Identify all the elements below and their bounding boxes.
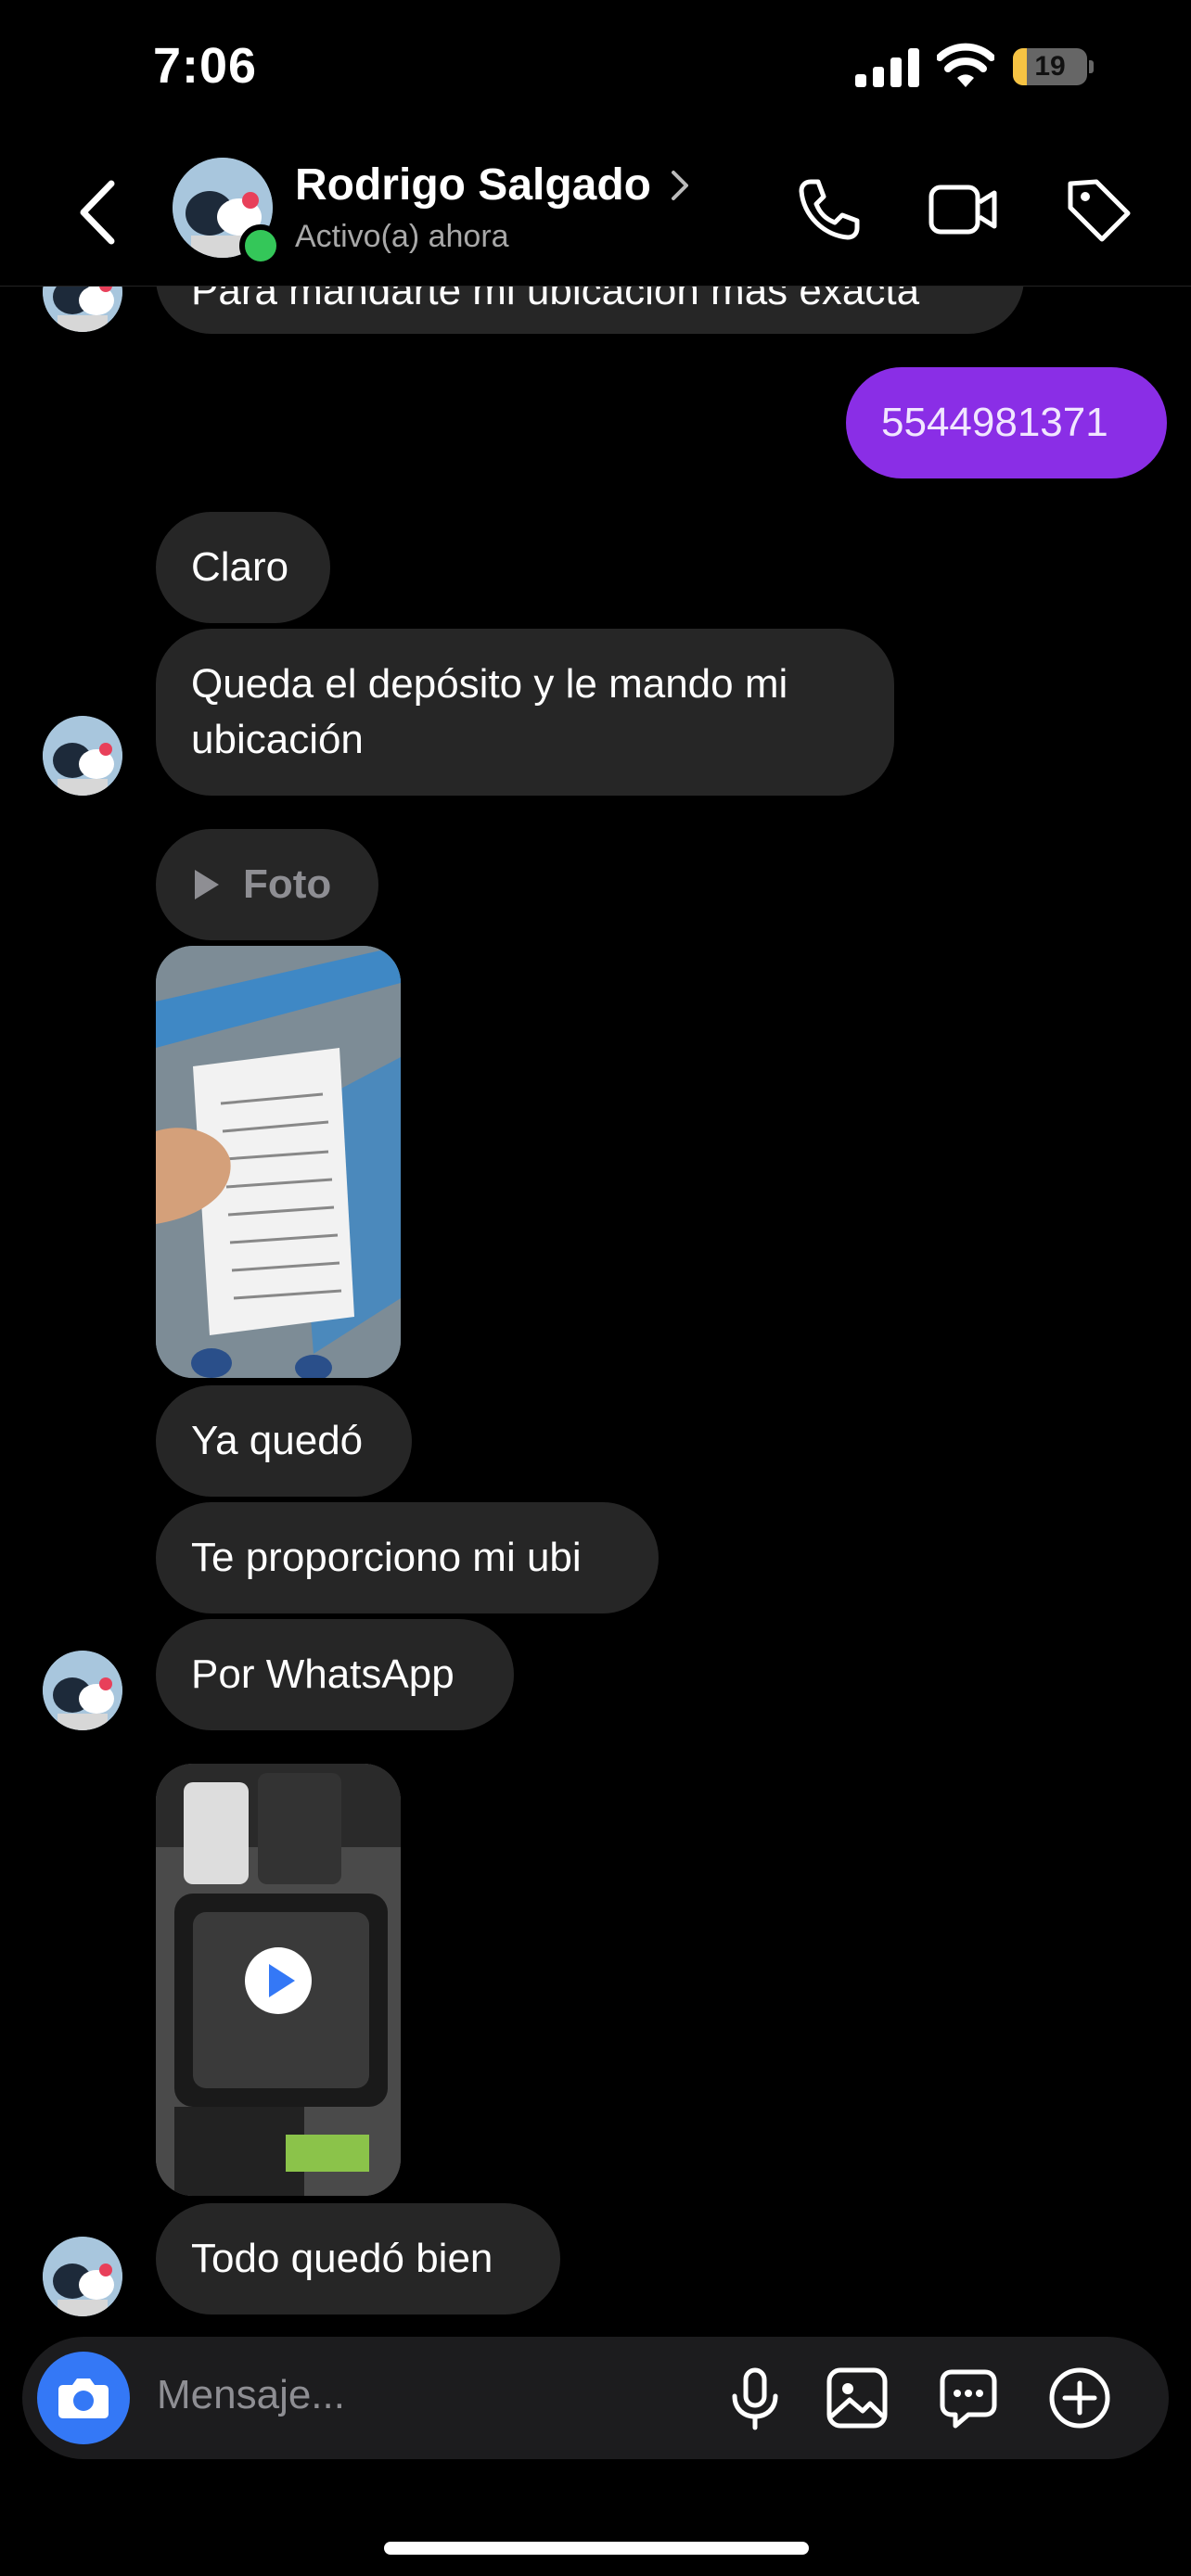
chevron-right-icon[interactable] — [670, 167, 692, 204]
tag-icon[interactable] — [1063, 174, 1133, 245]
camera-button[interactable] — [37, 2352, 130, 2444]
video-camera-icon[interactable] — [928, 174, 998, 245]
message-composer: Mensaje... — [22, 2337, 1169, 2459]
gallery-icon[interactable] — [824, 2365, 890, 2431]
home-indicator — [384, 2542, 809, 2555]
battery-percent: 19 — [1034, 51, 1066, 82]
message-bubble[interactable]: Queda el depósito y le mando mi ubicació… — [156, 629, 894, 796]
play-icon — [195, 870, 219, 899]
message-bubble[interactable]: Todo quedó bien — [156, 2203, 560, 2315]
status-time: 7:06 — [153, 38, 258, 94]
message-bubble[interactable]: Ya quedó — [156, 1385, 412, 1497]
message-bubble[interactable]: Por WhatsApp — [156, 1619, 514, 1730]
plus-icon[interactable] — [1046, 2365, 1113, 2431]
online-indicator — [239, 224, 282, 267]
contact-name[interactable]: Rodrigo Salgado — [295, 159, 651, 210]
sender-avatar[interactable] — [43, 1651, 122, 1730]
sent-message-bubble[interactable]: 5544981371 — [846, 367, 1167, 478]
battery-icon: 19 — [1013, 48, 1095, 85]
sticker-icon[interactable] — [935, 2365, 1002, 2431]
phone-icon[interactable] — [794, 174, 864, 245]
message-bubble[interactable]: Claro — [156, 512, 330, 623]
microphone-icon[interactable] — [722, 2365, 788, 2431]
wifi-icon — [937, 43, 994, 87]
chat-header: Rodrigo Salgado Activo(a) ahora — [0, 139, 1191, 287]
back-icon[interactable] — [74, 178, 121, 247]
message-bubble[interactable]: Te proporciono mi ubi — [156, 1502, 659, 1613]
camera-icon — [58, 2378, 109, 2418]
photo-label-bubble[interactable]: Foto — [156, 829, 378, 940]
photo-attachment[interactable] — [156, 946, 401, 1378]
video-attachment[interactable] — [156, 1764, 401, 2196]
sender-avatar[interactable] — [43, 716, 122, 796]
photo-label: Foto — [243, 861, 332, 907]
contact-status: Activo(a) ahora — [295, 219, 509, 254]
sender-avatar[interactable] — [43, 2237, 122, 2316]
message-input[interactable]: Mensaje... — [157, 2372, 345, 2418]
cellular-signal-icon — [855, 46, 920, 87]
